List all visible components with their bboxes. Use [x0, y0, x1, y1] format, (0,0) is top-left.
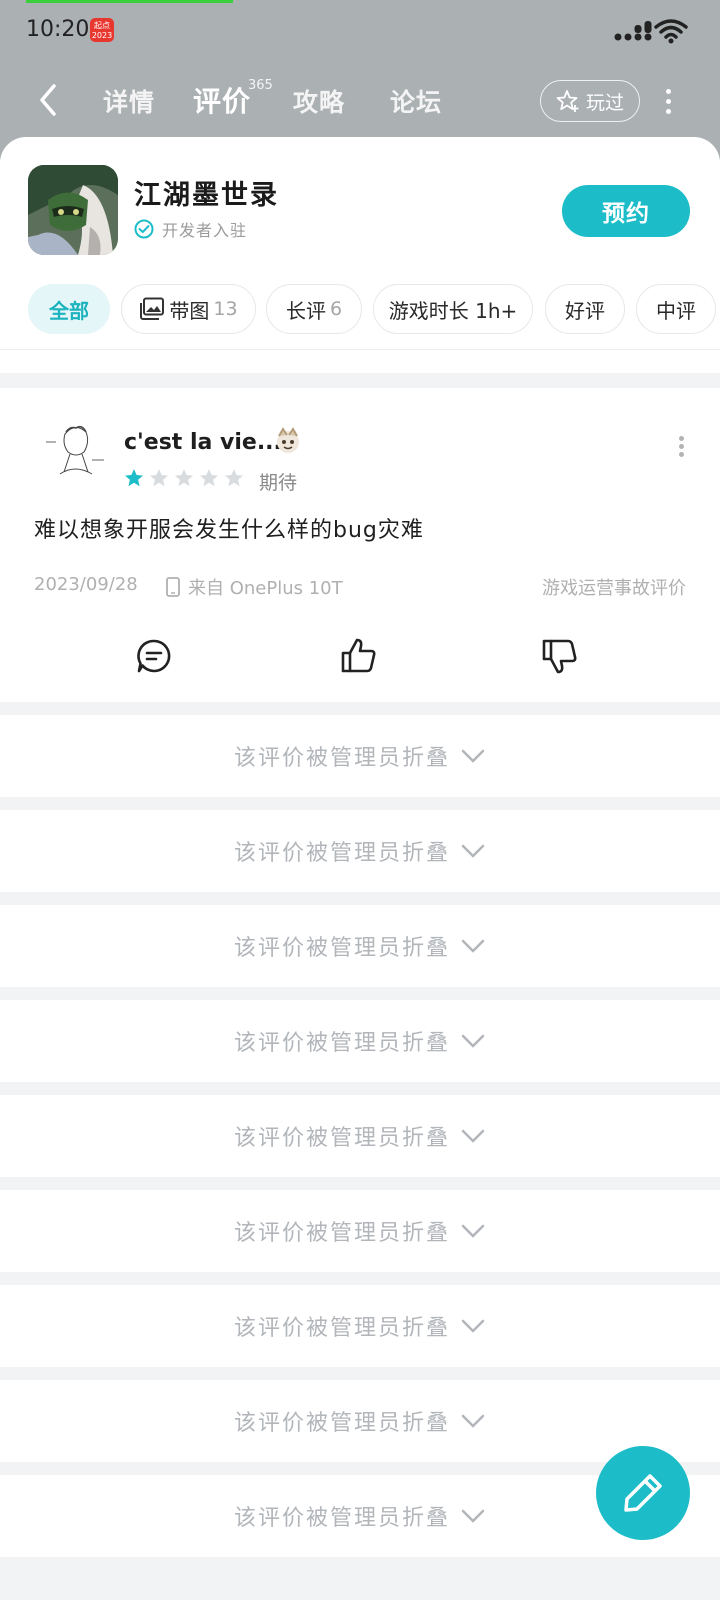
- image-icon: [140, 297, 165, 320]
- folded-review-label: 该评价被管理员折叠: [233, 746, 450, 771]
- review-more-icon[interactable]: [676, 436, 686, 460]
- folded-review-label: 该评价被管理员折叠: [233, 1126, 450, 1151]
- wifi-icon: [654, 19, 688, 44]
- filter-long-reviews-count: 6: [329, 298, 343, 320]
- filter-positive-label: 好评: [565, 298, 605, 323]
- folded-review-label: 该评价被管理员折叠: [233, 1031, 450, 1056]
- tab-guides[interactable]: 攻略: [293, 83, 345, 119]
- write-review-button[interactable]: [596, 1446, 690, 1540]
- rating-label: 期待: [259, 472, 298, 494]
- folded-review-label: 该评价被管理员折叠: [233, 841, 450, 866]
- status-time: 10:20: [26, 17, 90, 42]
- review-username[interactable]: c'est la vie...: [124, 430, 282, 455]
- filter-all-label: 全部: [49, 298, 89, 323]
- thumbs-down-icon[interactable]: [540, 636, 580, 676]
- folded-review-row[interactable]: 该评价被管理员折叠: [0, 810, 720, 892]
- filter-neutral[interactable]: 中评: [636, 284, 716, 334]
- verified-label: 开发者入驻: [162, 221, 248, 240]
- phone-icon: [166, 577, 180, 597]
- filter-playtime[interactable]: 游戏时长 1h+: [373, 284, 533, 334]
- folded-review-row[interactable]: 该评价被管理员折叠: [0, 905, 720, 987]
- chevron-down-icon: [461, 1224, 485, 1238]
- star-plus-icon: [556, 90, 579, 112]
- star-icon: [150, 469, 168, 487]
- reserve-button[interactable]: 预约: [562, 185, 690, 237]
- review-card: c'est la vie... 期待 难以想象开服会发生什么样的bug灾难 20…: [0, 388, 720, 702]
- filter-all[interactable]: 全部: [28, 284, 110, 334]
- folded-review-label: 该评价被管理员折叠: [233, 1411, 450, 1436]
- edit-pencil-icon: [624, 1474, 662, 1512]
- star-icon: [200, 469, 218, 487]
- chevron-down-icon: [461, 1129, 485, 1143]
- game-info-sheet: 江湖墨世录 开发者入驻 预约 全部 带图 13 长评 6 游戏时长 1h+ 好评…: [0, 137, 720, 373]
- tab-forum[interactable]: 论坛: [390, 83, 442, 119]
- user-badge-icon: [277, 427, 299, 453]
- filter-long-reviews-label: 长评: [285, 298, 326, 323]
- review-date: 2023/09/28: [34, 574, 138, 595]
- signal-icon: [614, 21, 652, 41]
- filter-with-images-label: 带图: [169, 298, 210, 323]
- thumbs-up-icon[interactable]: [339, 636, 379, 676]
- tab-reviews[interactable]: 评价: [193, 80, 251, 120]
- review-body[interactable]: 难以想象开服会发生什么样的bug灾难: [34, 512, 424, 544]
- chevron-down-icon: [461, 939, 485, 953]
- developer-verified: 开发者入驻: [134, 217, 247, 241]
- filter-playtime-label: 游戏时长 1h+: [388, 298, 518, 323]
- folded-review-row[interactable]: 该评价被管理员折叠: [0, 1000, 720, 1082]
- star-icon: [175, 469, 193, 487]
- top-header: 10:20 起点 2023 详情 评价 365 攻略 论坛 玩过: [0, 0, 720, 160]
- chevron-down-icon: [461, 1509, 485, 1523]
- review-tag[interactable]: 游戏运营事故评价: [542, 574, 686, 600]
- chevron-down-icon: [461, 1414, 485, 1428]
- tab-details[interactable]: 详情: [103, 83, 155, 119]
- review-device-label: 来自 OnePlus 10T: [188, 578, 343, 599]
- folded-review-row[interactable]: 该评价被管理员折叠: [0, 1095, 720, 1177]
- more-vertical-icon[interactable]: [660, 86, 676, 116]
- chevron-down-icon: [461, 749, 485, 763]
- folded-review-row[interactable]: 该评价被管理员折叠: [0, 715, 720, 797]
- star-icon: [225, 469, 243, 487]
- folded-review-row[interactable]: 该评价被管理员折叠: [0, 1380, 720, 1462]
- rating-stars: [124, 468, 244, 488]
- review-device: 来自 OnePlus 10T: [166, 574, 343, 600]
- chevron-down-icon: [461, 844, 485, 858]
- game-icon[interactable]: [28, 165, 118, 255]
- comment-icon[interactable]: [134, 636, 174, 676]
- verified-icon: [134, 219, 154, 239]
- played-button[interactable]: 玩过: [540, 80, 640, 122]
- chevron-down-icon: [461, 1034, 485, 1048]
- avatar[interactable]: [40, 412, 110, 482]
- tab-reviews-count: 365: [248, 78, 273, 93]
- folded-review-label: 该评价被管理员折叠: [233, 1316, 450, 1341]
- game-title: 江湖墨世录: [134, 180, 279, 211]
- star-icon: [125, 469, 143, 487]
- folded-review-label: 该评价被管理员折叠: [233, 936, 450, 961]
- folded-review-row[interactable]: 该评价被管理员折叠: [0, 1190, 720, 1272]
- progress-line: [26, 0, 233, 3]
- filter-with-images[interactable]: 带图 13: [121, 284, 256, 334]
- filter-with-images-count: 13: [213, 298, 238, 320]
- folded-review-row[interactable]: 该评价被管理员折叠: [0, 1285, 720, 1367]
- filter-positive[interactable]: 好评: [545, 284, 625, 334]
- app-notification-badge: 起点 2023: [90, 18, 114, 42]
- folded-review-label: 该评价被管理员折叠: [233, 1221, 450, 1246]
- folded-review-label: 该评价被管理员折叠: [233, 1506, 450, 1531]
- back-icon[interactable]: [34, 82, 64, 118]
- sheet-divider: [0, 349, 720, 350]
- filter-long-reviews[interactable]: 长评 6: [266, 284, 362, 334]
- played-label: 玩过: [585, 91, 624, 114]
- chevron-down-icon: [461, 1319, 485, 1333]
- filter-neutral-label: 中评: [656, 298, 696, 323]
